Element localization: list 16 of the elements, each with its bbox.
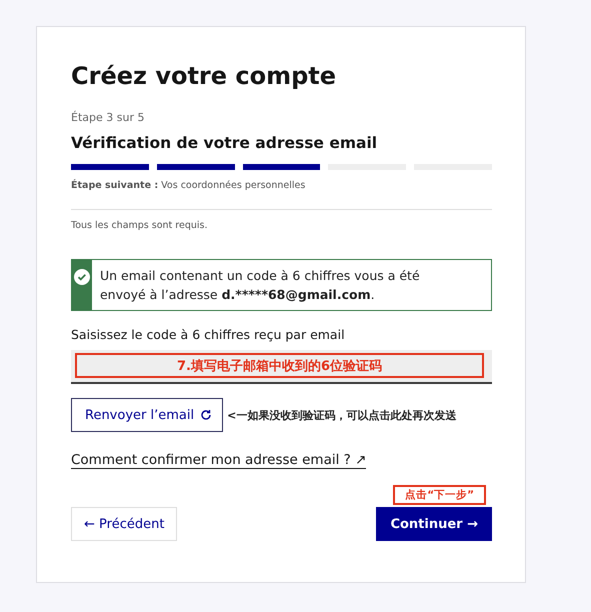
step-title: Vérification de votre adresse email (71, 134, 378, 152)
resend-email-button[interactable]: Renvoyer l’email (71, 398, 224, 432)
required-note: Tous les champs sont requis. (71, 220, 208, 231)
annotation-label: 点击“下一步” (393, 485, 486, 505)
step-counter: Étape 3 sur 5 (71, 111, 146, 124)
previous-button[interactable]: ← Précédent (71, 507, 178, 541)
refresh-icon (200, 409, 212, 421)
code-label: Saisissez le code à 6 chiffres reçu par email (71, 327, 346, 342)
next-step-text: Étape suivante : Vos coordonnées personnelles (71, 180, 306, 191)
annotation-label: 7.填写电子邮箱中收到的6位验证码 (75, 353, 484, 378)
continue-button[interactable]: Continuer → (376, 507, 492, 541)
page-title: Créez votre compte (71, 61, 338, 91)
help-link[interactable]: Comment confirmer mon adresse email ? ↗ (71, 452, 366, 469)
alert-message: Un email contenant un code à 6 chiffres vous a été envoyé à l’adresse d.*****68@gmail.com. (98, 267, 421, 304)
annotation-note: <一如果没收到验证码，可以点击此处再次发送 (227, 408, 456, 422)
code-input-field[interactable]: 7.填写电子邮箱中收到的6位验证码 (71, 350, 492, 384)
